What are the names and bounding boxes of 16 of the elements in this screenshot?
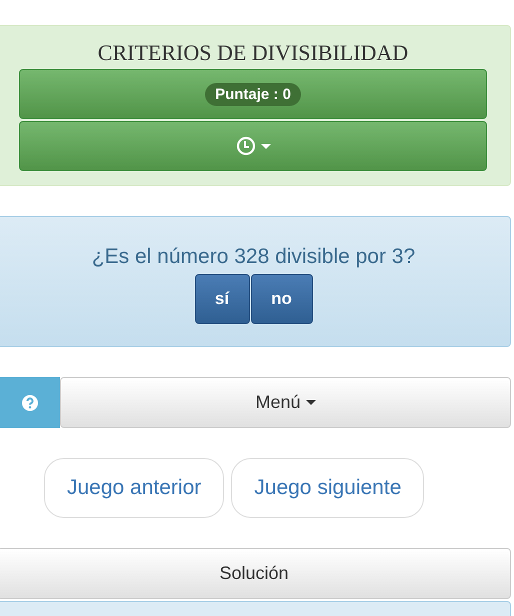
- timer-dropdown[interactable]: [19, 121, 487, 171]
- score-badge: Puntaje : 0: [205, 82, 301, 106]
- game-nav-button[interactable]: Juego anterior: [44, 458, 224, 518]
- help-button[interactable]: [0, 377, 60, 428]
- answer-button[interactable]: no: [250, 274, 312, 324]
- question-text: ¿Es el número 328 divisible por 3?: [92, 245, 416, 269]
- score-button[interactable]: Puntaje : 0: [19, 69, 487, 119]
- game-nav-button[interactable]: Juego siguiente: [231, 458, 424, 518]
- menu-dropdown[interactable]: Menú: [60, 377, 511, 428]
- help-icon: [21, 394, 39, 412]
- solution-button[interactable]: Solución: [0, 548, 511, 599]
- caret-icon: [260, 144, 270, 148]
- answer-button[interactable]: sí: [194, 274, 250, 324]
- clock-icon: [236, 136, 256, 156]
- page-title: CRITERIOS DE DIVISIBILIDAD: [96, 40, 410, 66]
- caret-icon: [306, 400, 316, 405]
